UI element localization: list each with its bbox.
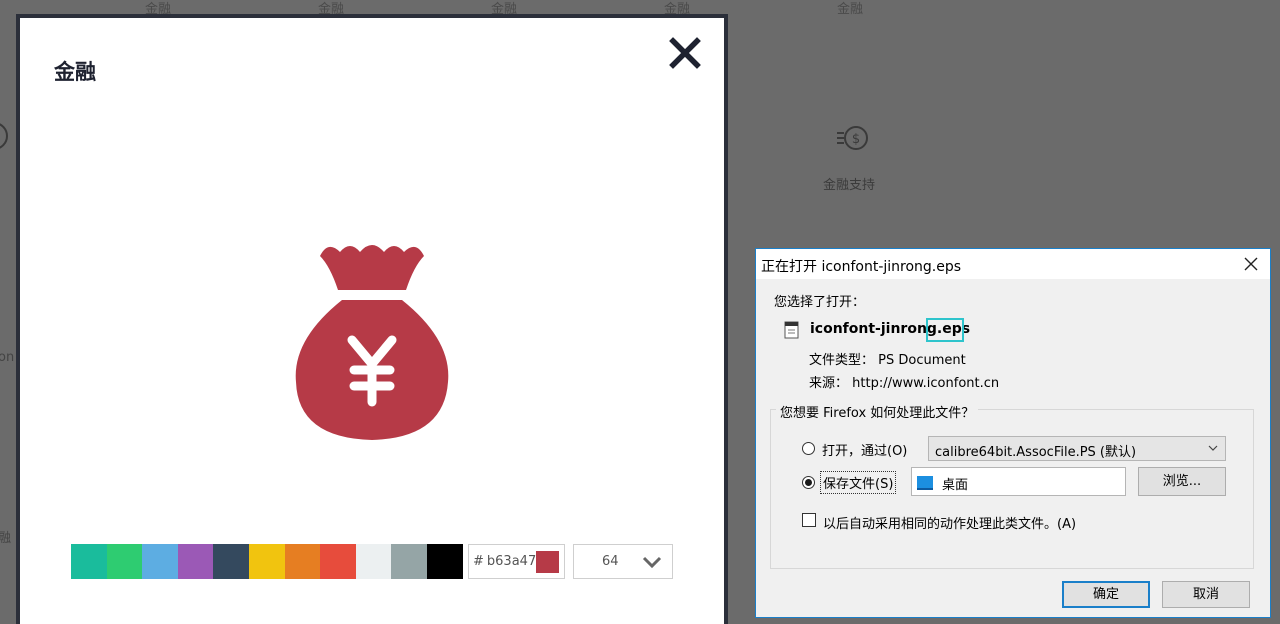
hex-value: b63a47 (486, 554, 537, 569)
dialog-titlebar: 正在打开 iconfont-jinrong.eps (756, 249, 1270, 279)
icon-size-value: 64 (602, 554, 619, 569)
ok-button[interactable]: 确定 (1062, 581, 1150, 608)
color-swatch[interactable] (106, 544, 143, 579)
color-swatch[interactable] (71, 544, 107, 579)
save-file-label[interactable]: 保存文件(S) (820, 471, 897, 494)
preview-title: 金融 (54, 60, 96, 84)
icon-preview-dialog: 金融 # b63a47 64 (16, 14, 728, 624)
save-location-field[interactable]: 桌面 (911, 467, 1126, 496)
open-with-app-value: calibre64bit.AssocFile.PS (默认) (935, 445, 1137, 460)
icon-size-select[interactable]: 64 (573, 544, 673, 579)
coin-stack-icon[interactable]: $ (836, 124, 868, 152)
open-with-radio[interactable] (802, 442, 815, 455)
remember-choice-checkbox[interactable] (802, 513, 816, 527)
color-swatch[interactable] (391, 544, 427, 579)
browse-button[interactable]: 浏览... (1138, 467, 1226, 496)
bg-icon-partial (0, 122, 8, 150)
save-location-value: 桌面 (942, 478, 969, 493)
hex-color-input[interactable]: # b63a47 (468, 544, 565, 579)
file-source-text: 来源： http://www.iconfont.cn (809, 376, 1000, 391)
svg-text:$: $ (852, 132, 860, 147)
save-file-radio[interactable] (802, 476, 815, 489)
current-color-chip (536, 551, 559, 573)
color-swatch[interactable] (284, 544, 321, 579)
chevron-down-icon (1208, 445, 1218, 451)
color-swatch[interactable] (213, 544, 249, 579)
open-with-label[interactable]: 打开，通过(O) (822, 440, 907, 459)
hex-prefix: # (473, 554, 484, 569)
color-palette (71, 544, 463, 579)
color-swatch[interactable] (355, 544, 392, 579)
remember-choice-label[interactable]: 以后自动采用相同的动作处理此类文件。(A) (823, 513, 1076, 532)
bg-label: 金融 (837, 2, 864, 17)
cancel-button[interactable]: 取消 (1162, 581, 1250, 608)
chose-to-open-text: 您选择了打开： (774, 295, 866, 310)
bg-side-text: on (0, 350, 15, 365)
color-swatch[interactable] (248, 544, 285, 579)
close-icon[interactable] (1240, 253, 1262, 275)
chevron-down-icon (642, 556, 662, 569)
color-swatch[interactable] (320, 544, 356, 579)
color-swatch[interactable] (426, 544, 463, 579)
bg-icon-label[interactable]: 金融支持 (823, 174, 875, 193)
dialog-title: 正在打开 iconfont-jinrong.eps (761, 259, 962, 275)
firefox-open-file-dialog: 正在打开 iconfont-jinrong.eps 您选择了打开： iconfo… (755, 248, 1271, 618)
desktop-icon (917, 476, 933, 490)
close-icon[interactable] (668, 36, 702, 70)
extension-highlight (926, 318, 964, 342)
money-bag-yuan-icon (295, 245, 449, 440)
color-swatch[interactable] (142, 544, 178, 579)
color-swatch[interactable] (177, 544, 214, 579)
file-type-text: 文件类型： PS Document (809, 353, 966, 368)
open-with-app-select[interactable]: calibre64bit.AssocFile.PS (默认) (928, 436, 1226, 461)
action-question: 您想要 Firefox 如何处理此文件？ (776, 402, 979, 421)
file-icon (784, 321, 799, 339)
bg-side-text: 融 (0, 531, 12, 546)
